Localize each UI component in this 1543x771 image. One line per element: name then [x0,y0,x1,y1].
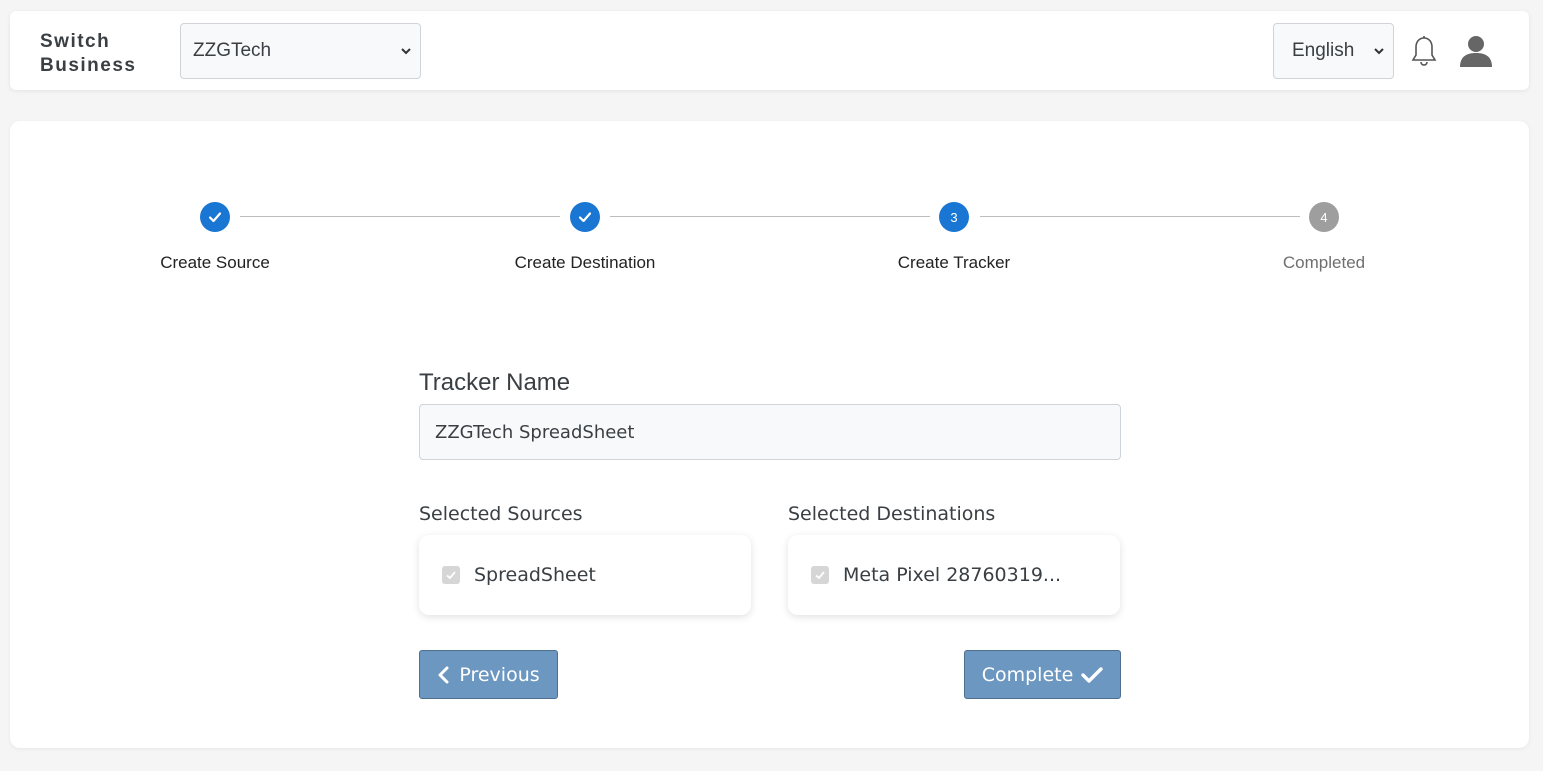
brand-line-1: Switch [40,31,111,52]
check-icon [208,212,222,223]
wizard-card: Create Source Create Destination 3 Creat… [10,121,1529,748]
step-1-label: Create Source [160,253,270,272]
tracker-name-input[interactable]: ZZGTech SpreadSheet [419,404,1121,460]
step-connector [610,216,930,217]
check-icon [578,212,592,223]
user-avatar-icon[interactable] [1458,33,1494,69]
tracker-name-value: ZZGTech SpreadSheet [435,421,635,443]
tracker-name-label: Tracker Name [419,369,571,396]
check-icon [446,571,456,580]
step-4-number: 4 [1309,202,1339,232]
complete-button[interactable]: Complete [964,650,1121,699]
step-connector [240,216,560,217]
step-1-done-icon [200,202,230,232]
top-navbar: Switch Business ZZGTech English [10,11,1529,90]
language-select-value: English [1292,40,1355,61]
step-2-done-icon [570,202,600,232]
chevron-down-icon [401,48,411,55]
destination-item-card: Meta Pixel 28760319... [788,535,1120,615]
step-2-label: Create Destination [514,253,656,272]
check-icon [1081,666,1103,683]
check-icon [815,571,825,580]
business-select[interactable]: ZZGTech [180,23,421,79]
selected-sources-label: Selected Sources [419,503,583,525]
previous-button-label: Previous [459,663,540,686]
step-connector [980,216,1300,217]
step-4-label: Completed [1282,253,1366,272]
selected-destinations-label: Selected Destinations [788,503,996,525]
chevron-left-icon [438,666,449,683]
complete-button-label: Complete [981,663,1074,686]
brand-logo[interactable]: Switch Business [40,30,136,78]
language-select[interactable]: English [1273,23,1394,79]
source-item-card: SpreadSheet [419,535,751,615]
business-select-value: ZZGTech [193,40,272,61]
step-3-label: Create Tracker [897,253,1011,272]
brand-line-2: Business [40,55,137,76]
bell-icon[interactable] [1410,35,1438,67]
source-checkbox[interactable] [442,566,460,584]
destination-checkbox[interactable] [811,566,829,584]
previous-button[interactable]: Previous [419,650,558,699]
chevron-down-icon [1374,48,1384,55]
destination-item-label: Meta Pixel 28760319... [843,564,1062,586]
source-item-label: SpreadSheet [474,564,596,586]
step-3-number: 3 [939,202,969,232]
